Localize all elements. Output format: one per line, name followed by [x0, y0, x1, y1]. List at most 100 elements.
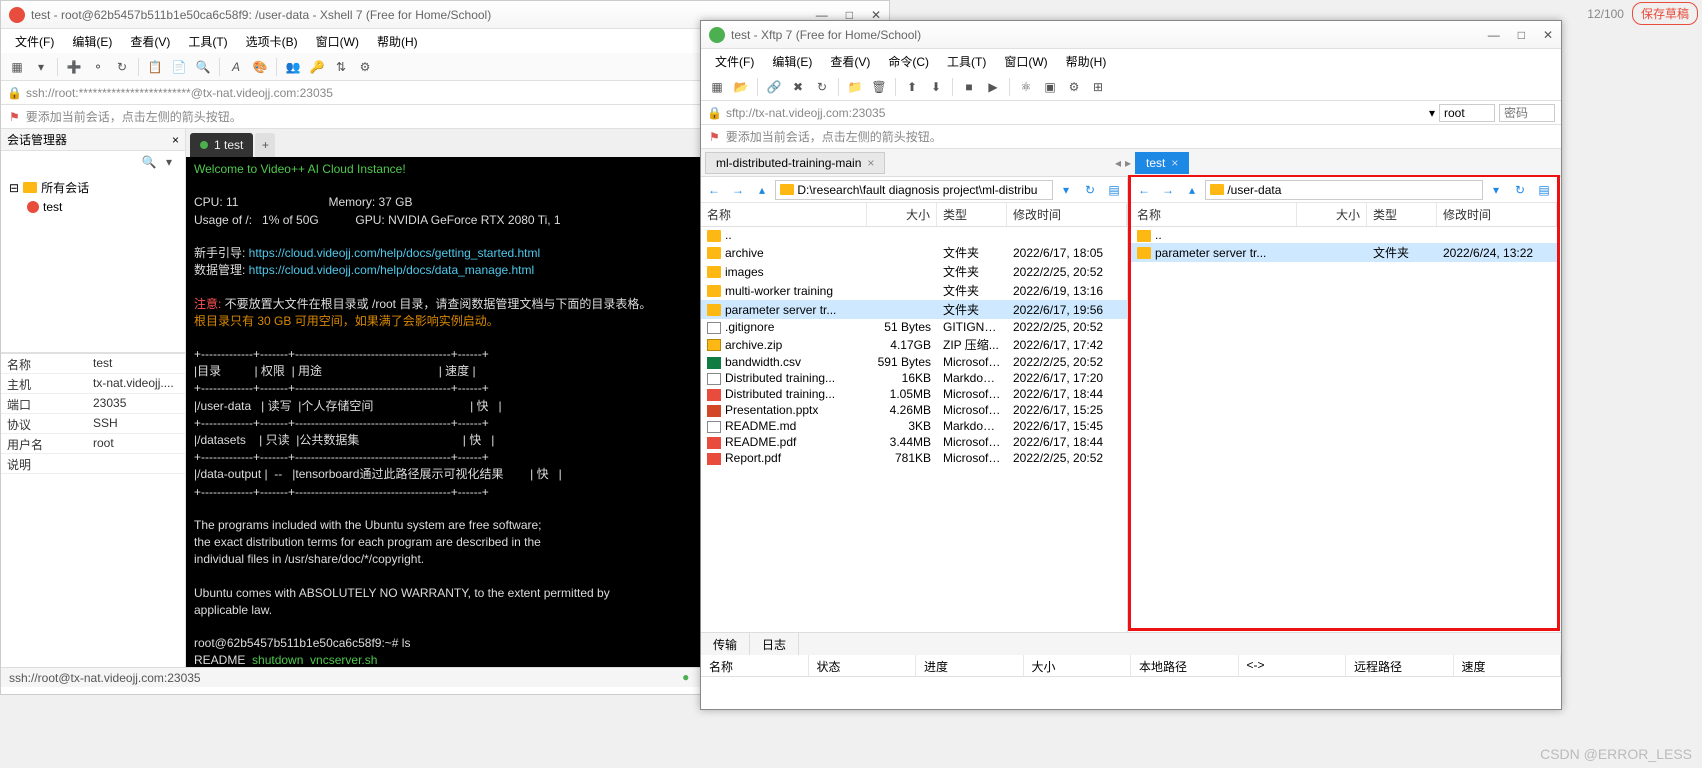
trans-col[interactable]: 速度: [1454, 655, 1562, 676]
col-date[interactable]: 修改时间: [1007, 203, 1127, 226]
col-type[interactable]: 类型: [937, 203, 1007, 226]
trans-col[interactable]: 本地路径: [1131, 655, 1239, 676]
trans-col[interactable]: 远程路径: [1346, 655, 1454, 676]
disconnect-icon[interactable]: ✖: [788, 77, 808, 97]
new-icon[interactable]: ▦: [707, 77, 727, 97]
column-headers[interactable]: 名称 大小 类型 修改时间: [701, 203, 1127, 227]
menu-edit[interactable]: 编辑(E): [764, 51, 820, 72]
file-row[interactable]: ..: [701, 227, 1127, 243]
file-row[interactable]: multi-worker training 文件夹 2022/6/19, 13:…: [701, 281, 1127, 300]
back-icon[interactable]: ←: [703, 180, 725, 200]
view-icon[interactable]: ▤: [1103, 180, 1125, 200]
trans-col[interactable]: 大小: [1024, 655, 1132, 676]
up-icon[interactable]: ▴: [1181, 180, 1203, 200]
users-icon[interactable]: 👥: [283, 57, 303, 77]
dropdown-icon[interactable]: ▾: [159, 152, 179, 172]
remote-tab[interactable]: test ×: [1135, 152, 1189, 174]
menu-tools[interactable]: 工具(T): [939, 51, 994, 72]
back-icon[interactable]: ←: [1133, 180, 1155, 200]
copy-icon[interactable]: 📋: [145, 57, 165, 77]
file-row[interactable]: parameter server tr... 文件夹 2022/6/17, 19…: [701, 300, 1127, 319]
file-row[interactable]: Distributed training... 1.05MB Microsoft…: [701, 386, 1127, 402]
search-icon[interactable]: 🔍: [193, 57, 213, 77]
terminal-tab-test[interactable]: 1 test: [190, 133, 253, 157]
file-row[interactable]: bandwidth.csv 591 Bytes Microsoft... 202…: [701, 354, 1127, 370]
dropdown-icon[interactable]: ▾: [1055, 180, 1077, 200]
paste-icon[interactable]: 📄: [169, 57, 189, 77]
prev-tab-icon[interactable]: ◂: [1115, 156, 1121, 170]
close-button[interactable]: ✕: [1543, 28, 1553, 42]
file-row[interactable]: parameter server tr... 文件夹 2022/6/24, 13…: [1131, 243, 1557, 262]
password-input[interactable]: [1499, 104, 1555, 122]
menu-help[interactable]: 帮助(H): [1058, 51, 1115, 72]
reconnect-icon[interactable]: ↻: [112, 57, 132, 77]
menu-edit[interactable]: 编辑(E): [64, 31, 120, 52]
transfer-tab[interactable]: 传输: [701, 633, 750, 655]
tab-close-icon[interactable]: ×: [1171, 156, 1178, 170]
remote-path-input[interactable]: /user-data: [1205, 180, 1483, 200]
refresh-icon[interactable]: ↻: [1509, 180, 1531, 200]
menu-view[interactable]: 查看(V): [822, 51, 878, 72]
gear-icon[interactable]: ⚙: [1064, 77, 1084, 97]
trans-col[interactable]: 名称: [701, 655, 809, 676]
up-icon[interactable]: ▴: [751, 180, 773, 200]
xftp-titlebar[interactable]: test - Xftp 7 (Free for Home/School) — □…: [701, 21, 1561, 49]
trans-col[interactable]: 进度: [916, 655, 1024, 676]
forward-icon[interactable]: →: [727, 180, 749, 200]
open-icon[interactable]: 📂: [731, 77, 751, 97]
local-path-input[interactable]: D:\research\fault diagnosis project\ml-d…: [775, 180, 1053, 200]
file-row[interactable]: Distributed training... 16KB Markdow... …: [701, 370, 1127, 386]
file-row[interactable]: images 文件夹 2022/2/25, 20:52: [701, 262, 1127, 281]
file-row[interactable]: Presentation.pptx 4.26MB Microsoft... 20…: [701, 402, 1127, 418]
sync-icon[interactable]: ⚛: [1016, 77, 1036, 97]
xftp-addressbar[interactable]: 🔒 sftp://tx-nat.videojj.com:23035 ▾: [701, 101, 1561, 125]
refresh-icon[interactable]: ↻: [1079, 180, 1101, 200]
play-icon[interactable]: ▶: [983, 77, 1003, 97]
col-type[interactable]: 类型: [1367, 203, 1437, 226]
column-headers[interactable]: 名称 大小 类型 修改时间: [1131, 203, 1557, 227]
menu-tools[interactable]: 工具(T): [180, 31, 235, 52]
new-tab-button[interactable]: +: [255, 133, 275, 157]
col-size[interactable]: 大小: [1297, 203, 1367, 226]
open-icon[interactable]: ▾: [31, 57, 51, 77]
reconnect-icon[interactable]: ↻: [812, 77, 832, 97]
grid-icon[interactable]: ⊞: [1088, 77, 1108, 97]
menu-cmd[interactable]: 命令(C): [880, 51, 937, 72]
local-tab[interactable]: ml-distributed-training-main ×: [705, 152, 885, 174]
col-size[interactable]: 大小: [867, 203, 937, 226]
col-date[interactable]: 修改时间: [1437, 203, 1557, 226]
disconnect-icon[interactable]: ⚬: [88, 57, 108, 77]
menu-window[interactable]: 窗口(W): [996, 51, 1055, 72]
new-folder-icon[interactable]: 📁: [845, 77, 865, 97]
forward-icon[interactable]: →: [1157, 180, 1179, 200]
stop-icon[interactable]: ■: [959, 77, 979, 97]
file-row[interactable]: archive.zip 4.17GB ZIP 压缩... 2022/6/17, …: [701, 335, 1127, 354]
file-row[interactable]: .gitignore 51 Bytes GITIGNO... 2022/2/25…: [701, 319, 1127, 335]
file-row[interactable]: README.pdf 3.44MB Microsoft... 2022/6/17…: [701, 434, 1127, 450]
file-row[interactable]: archive 文件夹 2022/6/17, 18:05: [701, 243, 1127, 262]
save-draft-button[interactable]: 保存草稿: [1632, 2, 1698, 25]
view-icon[interactable]: ▤: [1533, 180, 1555, 200]
new-icon[interactable]: ▦: [7, 57, 27, 77]
trans-col[interactable]: <->: [1239, 655, 1347, 676]
filter-icon[interactable]: 🔍: [139, 152, 159, 172]
tree-root[interactable]: ⊟ 所有会话: [5, 177, 181, 198]
download-icon[interactable]: ⬇: [926, 77, 946, 97]
settings-icon[interactable]: ⚙: [355, 57, 375, 77]
maximize-button[interactable]: □: [1518, 28, 1525, 42]
file-row[interactable]: Report.pdf 781KB Microsoft... 2022/2/25,…: [701, 450, 1127, 466]
file-row[interactable]: ..: [1131, 227, 1557, 243]
col-name[interactable]: 名称: [1131, 203, 1297, 226]
menu-view[interactable]: 查看(V): [122, 31, 178, 52]
font-icon[interactable]: A: [226, 57, 246, 77]
menu-window[interactable]: 窗口(W): [308, 31, 367, 52]
minimize-button[interactable]: —: [1488, 28, 1500, 42]
trans-col[interactable]: 状态: [809, 655, 917, 676]
connect-icon[interactable]: ➕: [64, 57, 84, 77]
menu-tab[interactable]: 选项卡(B): [238, 31, 306, 52]
tree-session-test[interactable]: test: [5, 198, 181, 216]
dropdown-icon[interactable]: ▾: [1429, 106, 1435, 120]
menu-help[interactable]: 帮助(H): [369, 31, 426, 52]
menu-file[interactable]: 文件(F): [707, 51, 762, 72]
log-tab[interactable]: 日志: [750, 633, 799, 655]
